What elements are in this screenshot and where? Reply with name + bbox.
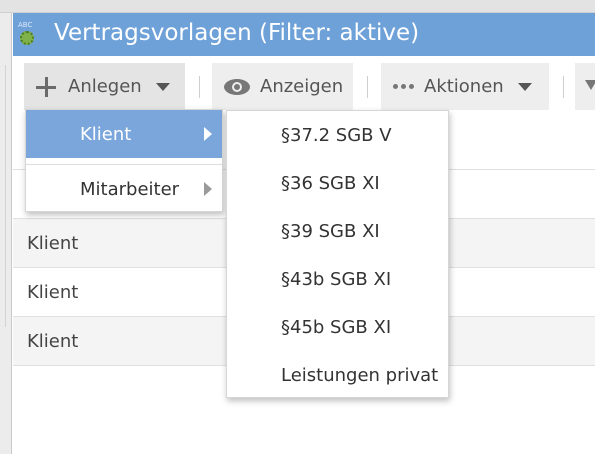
left-edge-panel <box>0 13 12 454</box>
menu-item-employee[interactable]: Mitarbeiter <box>26 165 222 213</box>
menu-item-label: Klient <box>80 123 132 145</box>
submenu-item-label: §43b SGB XI <box>281 268 392 290</box>
app-icon-text: ABC <box>18 21 33 29</box>
gear-icon <box>20 31 34 45</box>
submenu-item-sgb-v-37-2[interactable]: §37.2 SGB V <box>227 111 448 159</box>
ellipsis-icon <box>393 84 414 89</box>
create-button-label: Anlegen <box>68 76 142 97</box>
submenu-item-label: §36 SGB XI <box>281 172 380 194</box>
left-edge-divider <box>0 65 6 327</box>
create-dropdown-menu: Klient Mitarbeiter <box>25 109 223 212</box>
menu-item-client[interactable]: Klient <box>26 110 222 158</box>
table-cell-type: Klient <box>27 281 79 303</box>
caret-down-icon <box>155 82 170 91</box>
submenu-item-sgb-xi-43b[interactable]: §43b SGB XI <box>227 255 448 303</box>
table-cell-type: Klient <box>27 330 79 352</box>
toolbar-separator <box>563 76 564 98</box>
filter-button[interactable] <box>575 63 595 110</box>
actions-button[interactable]: Aktionen <box>381 63 549 110</box>
actions-button-label: Aktionen <box>424 76 504 97</box>
create-button[interactable]: Anlegen <box>24 63 185 110</box>
top-strip <box>0 0 595 13</box>
submenu-item-label: §45b SGB XI <box>281 316 392 338</box>
submenu-item-label: §39 SGB XI <box>281 220 380 242</box>
caret-down-icon <box>517 82 532 91</box>
submenu-item-sgb-xi-45b[interactable]: §45b SGB XI <box>227 303 448 351</box>
toolbar-separator <box>199 76 200 98</box>
window-title: Vertragsvorlagen (Filter: aktive) <box>54 20 420 46</box>
view-button-label: Anzeigen <box>260 76 344 97</box>
submenu-item-sgb-xi-36[interactable]: §36 SGB XI <box>227 159 448 207</box>
eye-icon <box>224 78 250 95</box>
title-bar: ABC Vertragsvorlagen (Filter: aktive) <box>13 13 595 56</box>
view-button[interactable]: Anzeigen <box>212 63 353 110</box>
submenu-item-label: §37.2 SGB V <box>281 124 392 146</box>
filter-icon <box>585 80 595 90</box>
chevron-right-icon <box>204 127 212 141</box>
submenu-item-private-services[interactable]: Leistungen privat <box>227 351 448 399</box>
table-cell-type: Klient <box>27 232 79 254</box>
plus-icon <box>36 76 56 97</box>
gear-document-icon: ABC <box>18 21 38 47</box>
submenu-item-label: Leistungen privat <box>281 364 439 386</box>
menu-item-label: Mitarbeiter <box>80 178 180 200</box>
toolbar-separator <box>367 76 368 98</box>
submenu-item-sgb-xi-39[interactable]: §39 SGB XI <box>227 207 448 255</box>
client-submenu: §37.2 SGB V §36 SGB XI §39 SGB XI §43b S… <box>226 110 449 398</box>
chevron-right-icon <box>204 182 212 196</box>
